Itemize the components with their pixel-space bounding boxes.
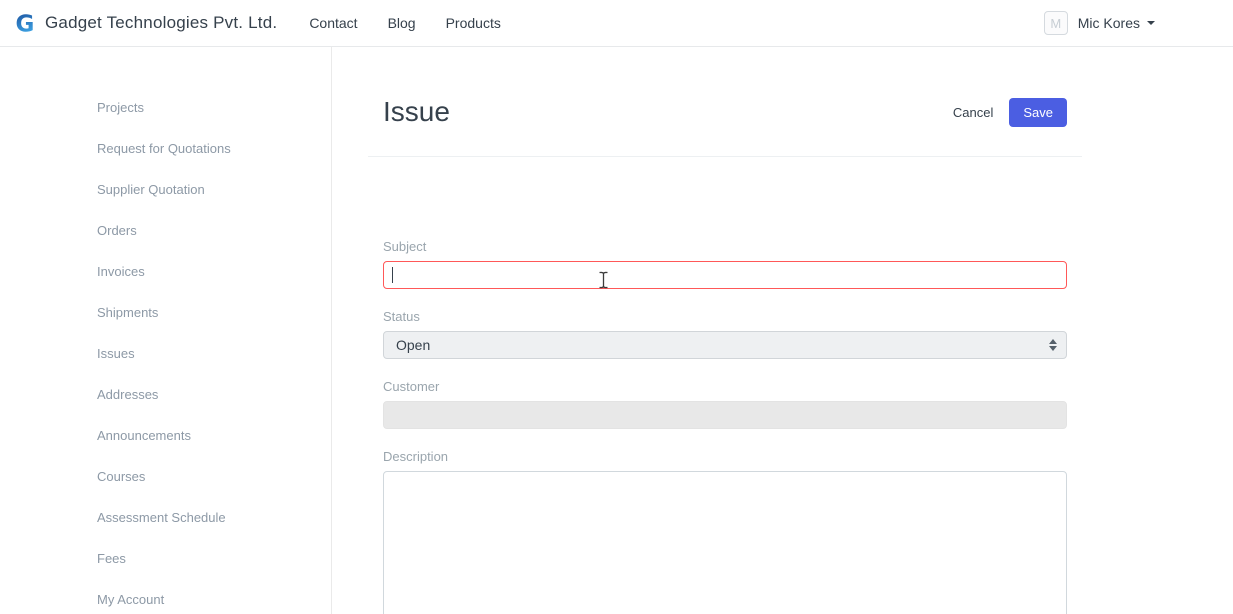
chevron-down-icon — [1147, 21, 1155, 25]
subject-field-group: Subject — [383, 239, 1067, 289]
issue-form: Subject Status Open — [368, 239, 1082, 614]
nav-link-products[interactable]: Products — [431, 15, 516, 31]
sidebar-item-addresses[interactable]: Addresses — [0, 374, 331, 415]
customer-field-group: Customer — [383, 379, 1067, 429]
sidebar-item-supplier-quotation[interactable]: Supplier Quotation — [0, 169, 331, 210]
customer-label: Customer — [383, 379, 1067, 394]
avatar: M — [1044, 11, 1068, 35]
svg-text:G: G — [16, 12, 35, 36]
status-label: Status — [383, 309, 1067, 324]
description-textarea[interactable] — [383, 471, 1067, 614]
main-content: Issue Cancel Save Subject Status — [332, 47, 1233, 614]
page-body: Projects Request for Quotations Supplier… — [0, 47, 1233, 614]
brand[interactable]: G Gadget Technologies Pvt. Ltd. — [13, 11, 277, 35]
header-divider — [368, 156, 1082, 157]
sidebar-item-issues[interactable]: Issues — [0, 333, 331, 374]
cancel-button[interactable]: Cancel — [953, 105, 993, 120]
sidebar-item-my-account[interactable]: My Account — [0, 579, 331, 614]
description-label: Description — [383, 449, 1067, 464]
user-menu[interactable]: M Mic Kores — [1044, 11, 1155, 35]
page-title: Issue — [383, 96, 450, 128]
sidebar-item-fees[interactable]: Fees — [0, 538, 331, 579]
brand-name: Gadget Technologies Pvt. Ltd. — [45, 13, 277, 33]
sidebar-item-projects[interactable]: Projects — [0, 87, 331, 128]
sidebar-item-shipments[interactable]: Shipments — [0, 292, 331, 333]
sidebar-item-invoices[interactable]: Invoices — [0, 251, 331, 292]
sidebar-item-assessment-schedule[interactable]: Assessment Schedule — [0, 497, 331, 538]
status-field-group: Status Open — [383, 309, 1067, 359]
subject-input[interactable] — [383, 261, 1067, 289]
page-header: Issue Cancel Save — [368, 96, 1082, 128]
nav-link-blog[interactable]: Blog — [373, 15, 431, 31]
description-field-group: Description — [383, 449, 1067, 614]
nav-link-contact[interactable]: Contact — [294, 15, 372, 31]
header-actions: Cancel Save — [953, 98, 1067, 127]
user-name: Mic Kores — [1078, 15, 1140, 31]
save-button[interactable]: Save — [1009, 98, 1067, 127]
select-arrows-icon — [1049, 339, 1057, 351]
sidebar-item-orders[interactable]: Orders — [0, 210, 331, 251]
sidebar-item-request-for-quotations[interactable]: Request for Quotations — [0, 128, 331, 169]
nav-links: Contact Blog Products — [294, 15, 516, 31]
text-caret — [392, 267, 393, 283]
company-logo-icon: G — [13, 11, 37, 35]
sidebar-item-courses[interactable]: Courses — [0, 456, 331, 497]
customer-input — [383, 401, 1067, 429]
top-navbar: G Gadget Technologies Pvt. Ltd. Contact … — [0, 0, 1233, 47]
status-selected-value: Open — [396, 337, 430, 353]
subject-label: Subject — [383, 239, 1067, 254]
sidebar-item-announcements[interactable]: Announcements — [0, 415, 331, 456]
sidebar: Projects Request for Quotations Supplier… — [0, 47, 332, 614]
status-select[interactable]: Open — [383, 331, 1067, 359]
